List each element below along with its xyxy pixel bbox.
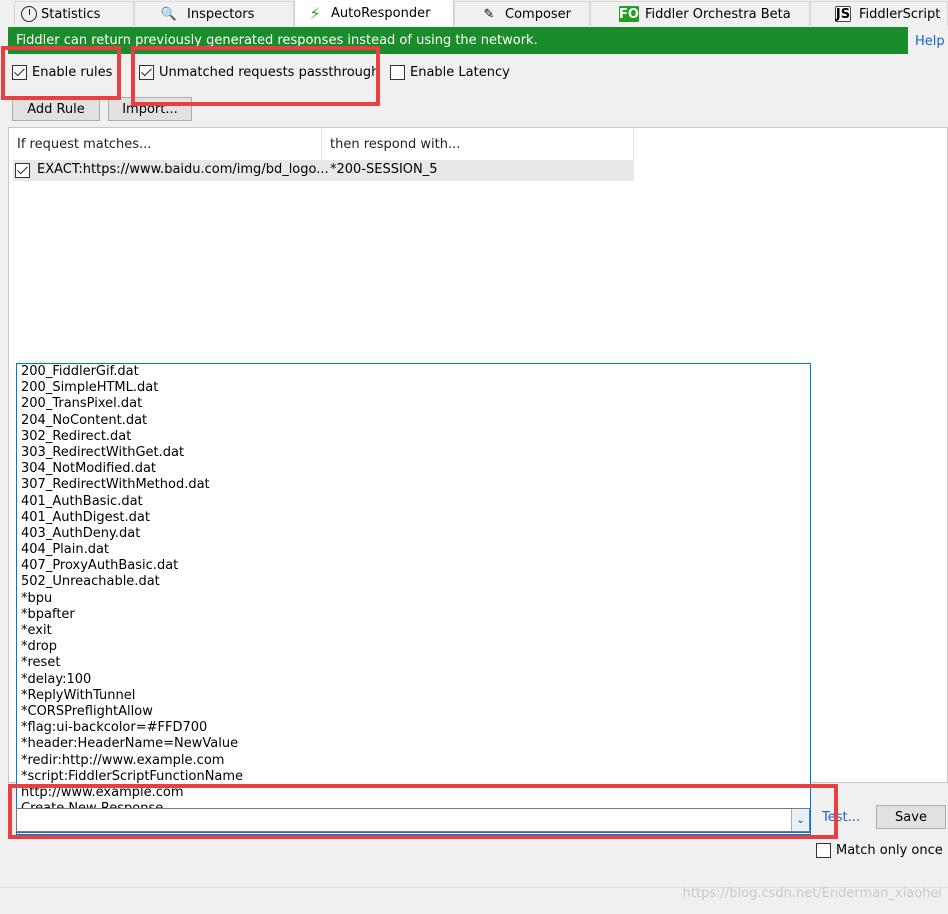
list-item[interactable]: 303_RedirectWithGet.dat	[17, 445, 810, 461]
info-banner: Fiddler can return previously generated …	[8, 27, 908, 54]
list-item[interactable]: 200_SimpleHTML.dat	[17, 380, 810, 396]
checkbox-label: Enable rules	[32, 65, 113, 80]
chevron-down-icon[interactable]: ⌄	[791, 809, 809, 831]
checkbox-box[interactable]	[15, 163, 30, 178]
tab-statistics[interactable]: Statistics	[14, 1, 134, 26]
tab-label: FiddlerScript	[859, 6, 941, 22]
unmatched-passthrough-checkbox[interactable]: Unmatched requests passthrough	[139, 65, 379, 80]
save-button[interactable]: Save	[876, 805, 946, 829]
tab-bar: Statistics 🔍 Inspectors ⚡ AutoResponder …	[0, 0, 948, 26]
tab-label: Inspectors	[187, 6, 255, 22]
list-item[interactable]: *bpu	[17, 591, 810, 607]
list-item[interactable]: 204_NoContent.dat	[17, 413, 810, 429]
list-item[interactable]: *ReplyWithTunnel	[17, 688, 810, 704]
list-item[interactable]: 200_FiddlerGif.dat	[17, 364, 810, 380]
list-item[interactable]: *header:HeaderName=NewValue	[17, 736, 810, 752]
script-icon: JS	[835, 6, 851, 22]
checkbox-box[interactable]	[816, 843, 831, 858]
tab-label: Composer	[505, 6, 572, 22]
pencil-icon: ✎	[483, 6, 495, 22]
list-item[interactable]: *delay:100	[17, 672, 810, 688]
list-item[interactable]: *redir:http://www.example.com	[17, 753, 810, 769]
tab-label: AutoResponder	[331, 5, 431, 21]
list-item[interactable]: http://www.example.com	[17, 785, 810, 801]
enable-rules-checkbox[interactable]: Enable rules	[12, 65, 112, 80]
list-item[interactable]: 502_Unreachable.dat	[17, 574, 810, 590]
table-row[interactable]: EXACT:https://www.baidu.com/img/bd_logo.…	[13, 160, 634, 181]
magnifier-icon: 🔍	[160, 6, 178, 22]
column-header-response[interactable]: then respond with...	[322, 129, 634, 159]
list-item[interactable]: *reset	[17, 655, 810, 671]
list-item[interactable]: 200_TransPixel.dat	[17, 396, 810, 412]
import-button[interactable]: Import...	[108, 97, 192, 121]
tab-inspectors[interactable]: 🔍 Inspectors	[134, 1, 294, 26]
list-item[interactable]: 307_RedirectWithMethod.dat	[17, 477, 810, 493]
response-combo[interactable]: ⌄	[16, 808, 810, 832]
list-item[interactable]: 401_AuthDigest.dat	[17, 510, 810, 526]
tab-fiddlerscript[interactable]: JS FiddlerScript	[810, 1, 948, 26]
list-item[interactable]: *script:FiddlerScriptFunctionName	[17, 769, 810, 785]
test-link[interactable]: Test...	[822, 810, 860, 825]
rule-response-cell: *200-SESSION_5	[330, 162, 438, 177]
list-item[interactable]: 407_ProxyAuthBasic.dat	[17, 558, 810, 574]
checkbox-box[interactable]	[390, 65, 405, 80]
list-item[interactable]: *bpafter	[17, 607, 810, 623]
list-item[interactable]: 302_Redirect.dat	[17, 429, 810, 445]
rule-match-cell: EXACT:https://www.baidu.com/img/bd_logo.…	[37, 162, 329, 177]
list-item[interactable]: 401_AuthBasic.dat	[17, 494, 810, 510]
list-item[interactable]: 404_Plain.dat	[17, 542, 810, 558]
checkbox-box[interactable]	[12, 65, 27, 80]
list-item[interactable]: *exit	[17, 623, 810, 639]
watermark: https://blog.csdn.net/Enderman_xiaohei	[682, 886, 942, 901]
checkbox-box[interactable]	[139, 65, 154, 80]
checkbox-label: Unmatched requests passthrough	[159, 65, 380, 80]
tab-autoresponder[interactable]: ⚡ AutoResponder	[294, 0, 454, 26]
add-rule-button[interactable]: Add Rule	[12, 97, 100, 121]
list-item[interactable]: 304_NotModified.dat	[17, 461, 810, 477]
response-dropdown-list[interactable]: 200_FiddlerGif.dat 200_SimpleHTML.dat 200_…	[16, 363, 811, 835]
list-item[interactable]: 403_AuthDeny.dat	[17, 526, 810, 542]
match-only-once-checkbox[interactable]: Match only once	[816, 843, 943, 858]
list-item[interactable]: *CORSPreflightAllow	[17, 704, 810, 720]
help-link[interactable]: Help	[915, 34, 945, 49]
tab-composer[interactable]: ✎ Composer	[454, 1, 590, 26]
tab-label: Statistics	[41, 6, 101, 22]
lightning-icon: ⚡	[309, 3, 321, 23]
checkbox-label: Enable Latency	[410, 65, 510, 80]
checkbox-label: Match only once	[836, 843, 943, 858]
rule-enabled-checkbox[interactable]	[15, 163, 35, 178]
column-header-match[interactable]: If request matches...	[9, 129, 322, 159]
list-item[interactable]: *drop	[17, 639, 810, 655]
enable-latency-checkbox[interactable]: Enable Latency	[390, 65, 510, 80]
fo-badge-icon: FO	[619, 6, 639, 22]
stopwatch-icon	[21, 6, 37, 22]
tab-label: Fiddler Orchestra Beta	[645, 6, 791, 22]
list-item[interactable]: *flag:ui-backcolor=#FFD700	[17, 720, 810, 736]
tab-fiddler-orchestra[interactable]: FO Fiddler Orchestra Beta	[590, 1, 810, 26]
